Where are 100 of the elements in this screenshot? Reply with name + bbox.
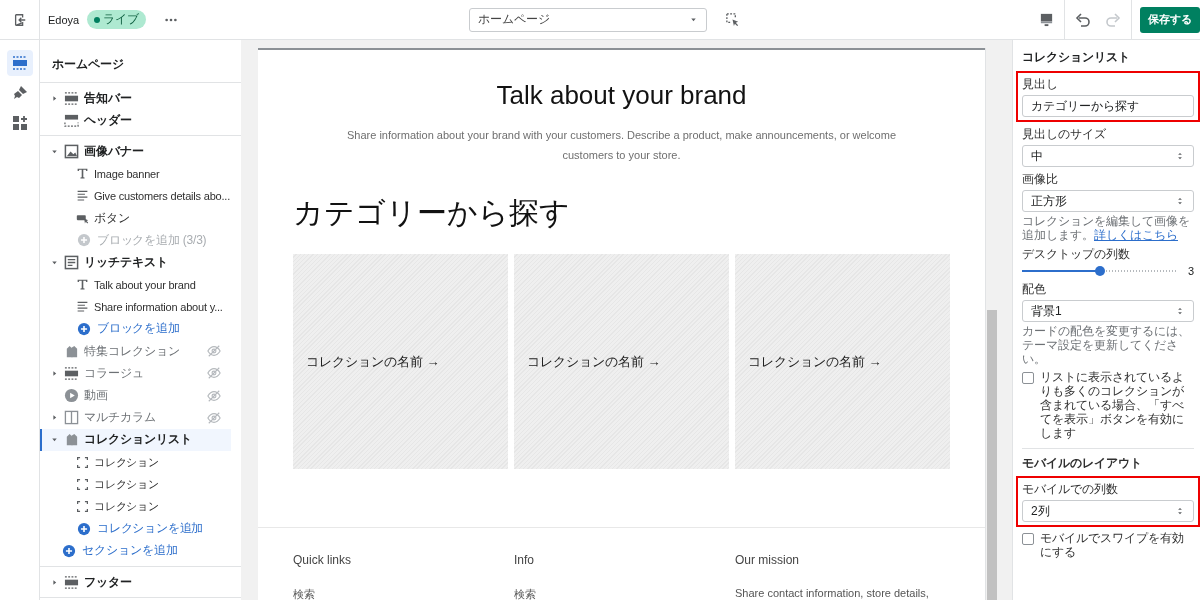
section-text: Share information about your brand with your customers. Describe a product, make announcements, or welcome customers to your store. — [345, 128, 898, 163]
panel-title: コレクションリスト — [1022, 50, 1131, 65]
plus-circle-icon — [77, 521, 91, 536]
card-title: コレクションの名前 → — [306, 352, 440, 371]
footer-heading: Quick links — [293, 553, 352, 567]
scrollbar[interactable] — [241, 40, 254, 600]
help-text: カードの配色を変更するには、テーマ設定を更新してください。 — [1022, 324, 1191, 366]
add-section-link[interactable]: セクションを追加 — [40, 539, 241, 562]
section-item[interactable]: 動画 — [40, 384, 231, 407]
section-item[interactable]: コラージュ — [40, 362, 231, 385]
save-button[interactable]: 保存する — [1140, 6, 1200, 33]
select-arrows-icon — [1175, 306, 1185, 316]
collection-heading: カテゴリーから探す — [293, 195, 571, 231]
tag-icon — [64, 432, 79, 448]
footer-text: 検索 — [293, 587, 316, 600]
store-name: Edoya — [48, 13, 80, 26]
text-lines-icon — [76, 300, 89, 314]
select-field[interactable]: 中 — [1022, 145, 1194, 167]
eye-slash-icon — [207, 410, 221, 425]
sections-tab[interactable] — [6, 50, 33, 76]
block-item[interactable]: ボタン — [40, 206, 241, 230]
section-item[interactable]: マルチカラム — [40, 406, 231, 429]
slider-value: 3 — [1187, 265, 1194, 277]
columns-icon — [64, 410, 79, 426]
text-input[interactable]: カテゴリーから探す — [1022, 95, 1194, 117]
card-title: コレクションの名前 → — [748, 352, 882, 371]
block-item[interactable]: Give customers details abo... — [40, 184, 241, 207]
plus-circle-icon — [62, 543, 76, 558]
redo-icon — [1105, 11, 1121, 28]
play-icon — [64, 388, 79, 404]
tag-icon — [64, 343, 79, 359]
help-text: コレクションを編集して画像を追加します。詳しくはこちら — [1022, 214, 1191, 242]
select-arrows-icon — [1175, 196, 1185, 206]
status-badge: ライブ — [87, 10, 147, 29]
field-label: 見出し — [1022, 76, 1059, 93]
select-arrows-icon — [1175, 506, 1185, 516]
dotted-rectangle-icon — [64, 365, 79, 381]
field-label: 画像比 — [1022, 171, 1059, 188]
add-block-link[interactable]: コレクションを追加 — [40, 517, 241, 540]
letter-t-icon — [76, 167, 89, 181]
collection-card[interactable]: コレクションの名前 → — [293, 254, 508, 469]
section-label: モバイルのレイアウト — [1022, 455, 1143, 472]
header-icon — [64, 112, 79, 128]
footer-heading: Our mission — [735, 553, 800, 567]
checkbox-label: リストに表示されているよりも多くのコレクションが含まれている場合、「すべてを表示」ボタンを有効にします — [1040, 370, 1185, 440]
eye-slash-icon — [207, 388, 221, 403]
card-title: コレクションの名前 → — [527, 352, 661, 371]
checkbox-label: モバイルでスワイプを有効にする — [1040, 531, 1185, 559]
plus-circle-icon — [77, 321, 91, 336]
collection-card[interactable]: コレクションの名前 → — [514, 254, 729, 469]
plus-circle-icon — [77, 233, 91, 248]
section-item[interactable]: 画像バナー — [40, 140, 231, 163]
block-item[interactable]: Share information about y... — [40, 295, 241, 318]
section-item[interactable]: ヘッダー — [40, 109, 231, 132]
select-field[interactable]: 正方形 — [1022, 190, 1194, 212]
field-label: 見出しのサイズ — [1022, 126, 1107, 143]
select-arrows-icon — [1175, 151, 1185, 161]
add-block-link[interactable]: ブロックを追加 — [40, 317, 241, 341]
footer-text: 検索 — [514, 587, 537, 600]
section-item[interactable]: 特集コレクション — [40, 340, 231, 363]
apps-icon — [11, 115, 28, 131]
scrollbar[interactable] — [985, 48, 998, 600]
slider-thumb[interactable] — [1094, 266, 1105, 276]
section-heading: Talk about your brand — [495, 80, 748, 111]
section-item[interactable]: 告知バー — [40, 87, 231, 110]
section-item[interactable]: リッチテキスト — [40, 251, 231, 274]
block-item[interactable]: Image banner — [40, 162, 241, 185]
exit-icon — [12, 12, 27, 27]
text-lines-icon — [76, 189, 89, 203]
block-item[interactable]: コレクション — [40, 495, 241, 518]
field-label: モバイルでの列数 — [1022, 481, 1119, 498]
undo-icon — [1075, 11, 1091, 28]
dotted-rectangle-icon — [64, 90, 79, 106]
letter-t-icon — [76, 278, 89, 292]
footer-text: Share contact information, store details, — [735, 587, 930, 599]
field-label: 配色 — [1022, 281, 1047, 298]
document-icon — [64, 254, 79, 270]
block-item[interactable]: コレクション — [40, 473, 241, 496]
learn-more-link[interactable]: 詳しくはこちら — [1094, 228, 1178, 242]
select-element-icon — [725, 12, 740, 27]
field-label: デスクトップの列数 — [1022, 246, 1131, 263]
caret-down-icon — [689, 15, 698, 24]
select-field[interactable]: 背景1 — [1022, 300, 1194, 322]
image-icon — [64, 143, 79, 159]
section-item[interactable]: フッター — [40, 570, 231, 594]
eye-slash-icon — [207, 344, 221, 359]
checkbox[interactable] — [1022, 533, 1034, 545]
dotted-rectangle-icon — [64, 574, 79, 590]
checkbox[interactable] — [1022, 372, 1034, 384]
brush-icon — [11, 85, 28, 101]
footer-heading: Info — [514, 553, 535, 567]
section-item[interactable]: コレクションリスト — [40, 428, 231, 451]
block-item[interactable]: Talk about your brand — [40, 273, 241, 296]
monitor-icon — [1039, 12, 1054, 27]
eye-slash-icon — [207, 366, 221, 381]
sections-icon — [11, 55, 28, 71]
collection-card[interactable]: コレクションの名前 → — [735, 254, 950, 469]
select-field[interactable]: 2列 — [1022, 500, 1194, 522]
page-select[interactable]: ホームページ — [469, 7, 707, 32]
block-item[interactable]: コレクション — [40, 451, 241, 474]
